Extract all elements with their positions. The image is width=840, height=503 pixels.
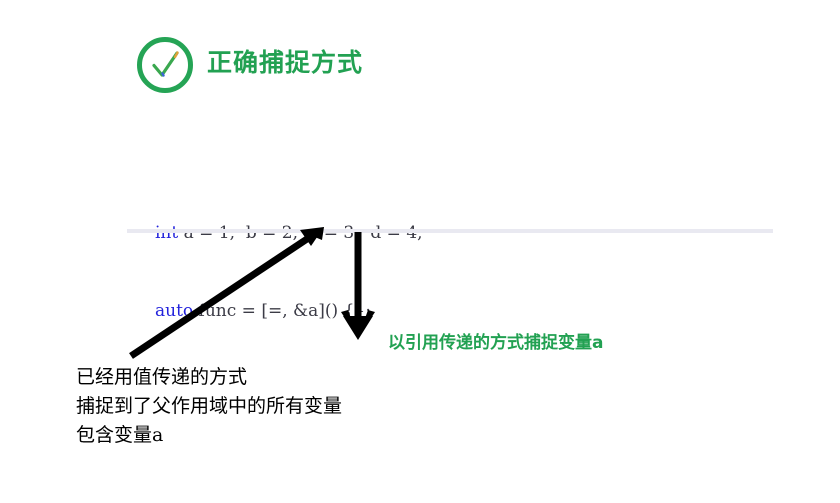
code-line-2: auto func = [=, &a]() {}; <box>155 298 423 324</box>
code-line-1: int a = 1, b = 2, c = 3, d = 4; <box>155 220 423 246</box>
check-circle-icon <box>135 35 195 95</box>
code-block: int a = 1, b = 2, c = 3, d = 4; auto fun… <box>155 168 423 376</box>
value-capture-note: 已经用值传递的方式 捕捉到了父作用域中的所有变量 包含变量a <box>76 363 342 450</box>
code-divider <box>127 229 773 233</box>
value-capture-note-line: 捕捉到了父作用域中的所有变量 <box>76 395 343 417</box>
page-title: 正确捕捉方式 <box>207 48 364 77</box>
code-keyword: auto <box>155 301 194 321</box>
slide-canvas: 正确捕捉方式 int a = 1, b = 2, c = 3, d = 4; a… <box>0 0 840 503</box>
value-capture-note-line: 包含变量a <box>76 424 164 446</box>
value-capture-note-line: 已经用值传递的方式 <box>76 366 248 388</box>
code-text: func = [=, &a]() {}; <box>193 301 371 321</box>
reference-capture-note: 以引用传递的方式捕捉变量a <box>388 333 604 353</box>
code-text: a = 1, b = 2, c = 3, d = 4; <box>178 223 423 243</box>
code-keyword: int <box>155 223 179 243</box>
